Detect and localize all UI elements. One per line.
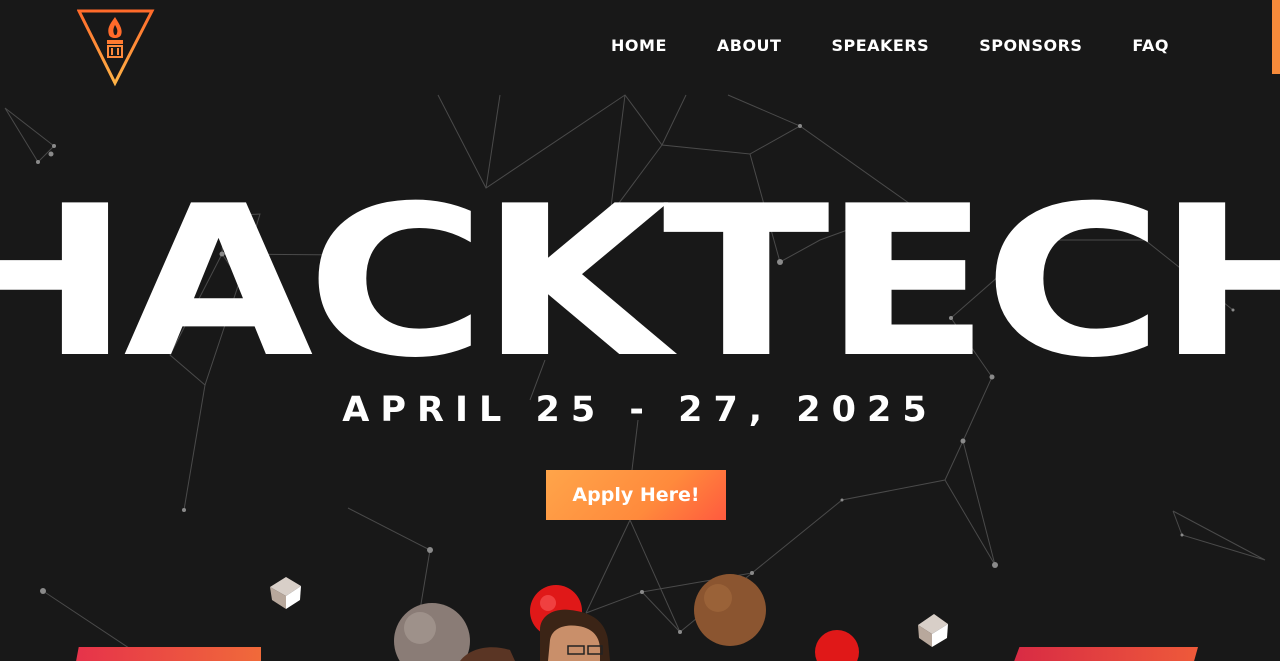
- apply-button[interactable]: Apply Here!: [546, 470, 726, 520]
- nav-faq[interactable]: FAQ: [1132, 36, 1169, 56]
- section-banner-right: [1012, 647, 1198, 661]
- nav-sponsors[interactable]: SPONSORS: [979, 36, 1082, 56]
- hacktech-logo[interactable]: [76, 9, 155, 87]
- scrollbar-thumb[interactable]: [1272, 0, 1280, 74]
- landing-page: HOME ABOUT SPEAKERS SPONSORS FAQ HACKTEC…: [0, 0, 1280, 661]
- nav-about[interactable]: ABOUT: [717, 36, 782, 56]
- hero-title: HACKTECH: [0, 162, 1280, 404]
- hero-date: APRIL 25 - 27, 2025: [342, 390, 938, 430]
- flame-torch-triangle-icon: [76, 9, 155, 87]
- nav-home[interactable]: HOME: [611, 36, 667, 56]
- nav-speakers[interactable]: SPEAKERS: [831, 36, 929, 56]
- section-banner-left: [75, 647, 261, 661]
- main-nav: HOME ABOUT SPEAKERS SPONSORS FAQ: [611, 36, 1169, 56]
